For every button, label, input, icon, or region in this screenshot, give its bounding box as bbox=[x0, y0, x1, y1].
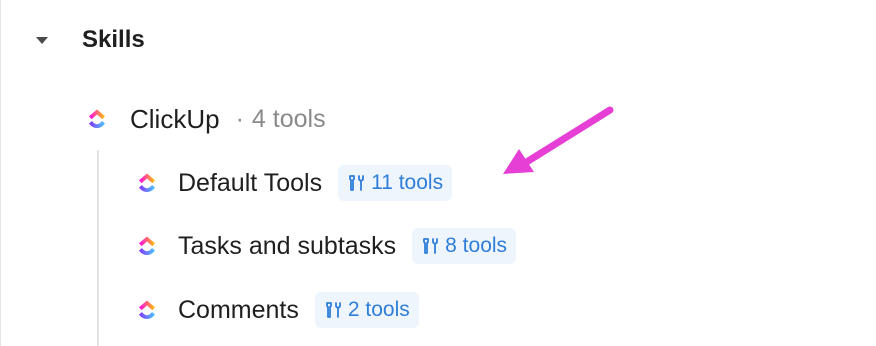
section-title: Skills bbox=[82, 26, 145, 53]
app-row-clickup[interactable]: ClickUp · 4 tools bbox=[84, 100, 326, 138]
skill-name: Default Tools bbox=[178, 168, 323, 197]
panel-left-border bbox=[0, 0, 1, 346]
skill-row-tasks-and-subtasks[interactable]: Tasks and subtasks 8 tools bbox=[134, 227, 517, 265]
skill-name: Tasks and subtasks bbox=[178, 231, 397, 260]
skill-row-default-tools[interactable]: Default Tools 11 tools bbox=[134, 164, 453, 202]
tools-badge[interactable]: 8 tools bbox=[412, 228, 517, 264]
skill-name: Comments bbox=[178, 295, 299, 324]
tools-icon bbox=[423, 238, 439, 254]
tools-badge[interactable]: 2 tools bbox=[314, 292, 419, 328]
app-tool-count: 4 tools bbox=[251, 104, 326, 133]
tools-icon bbox=[325, 302, 341, 318]
skills-section-header[interactable]: Skills bbox=[36, 22, 145, 58]
tools-badge[interactable]: 11 tools bbox=[338, 165, 453, 201]
tools-badge-label: 8 tools bbox=[445, 234, 508, 257]
caret-down-icon[interactable] bbox=[36, 36, 48, 44]
clickup-logo-icon bbox=[134, 297, 160, 323]
clickup-logo-icon bbox=[134, 233, 160, 259]
clickup-logo-icon bbox=[84, 106, 110, 132]
tools-icon bbox=[349, 175, 364, 191]
tools-badge-label: 11 tools bbox=[371, 171, 444, 194]
tree-guide-line bbox=[97, 150, 99, 346]
skill-row-comments[interactable]: Comments 2 tools bbox=[134, 291, 419, 329]
app-name: ClickUp bbox=[130, 103, 220, 134]
clickup-logo-icon bbox=[134, 170, 160, 196]
separator-dot: · bbox=[235, 104, 244, 133]
tools-badge-label: 2 tools bbox=[347, 298, 410, 321]
